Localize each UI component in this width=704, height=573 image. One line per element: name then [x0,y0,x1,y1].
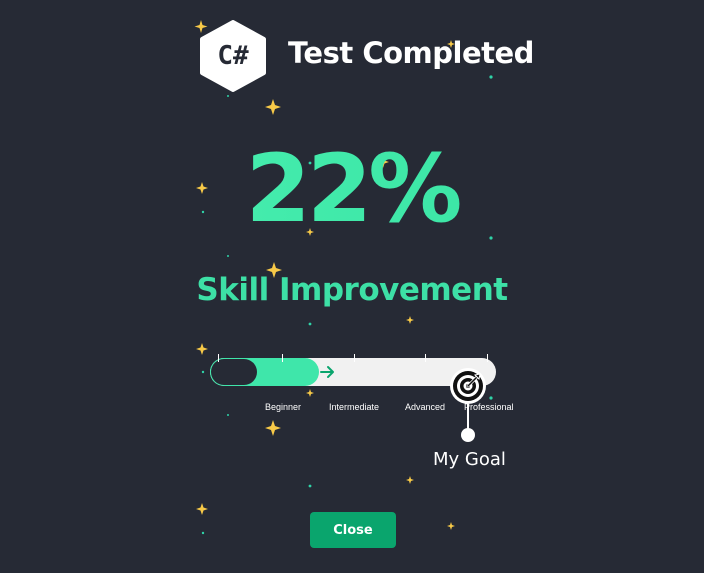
dot-icon [201,531,205,535]
arrow-right-icon [320,366,334,378]
target-icon [450,368,486,404]
level-label-intermediate: Intermediate [329,402,380,412]
sparkle-icon [265,99,281,115]
result-percent: 22% [0,140,704,240]
sparkle-icon [196,343,208,355]
sparkle-icon [447,522,455,530]
level-tick [282,354,283,362]
sparkle-icon [306,389,314,397]
level-tick [218,354,219,362]
logo-text: C# [217,41,249,71]
dot-icon [227,414,229,416]
sparkle-icon [406,316,414,324]
level-label-beginner: Beginner [265,402,302,412]
dot-icon [227,95,229,97]
level-tick [354,354,355,362]
goal-pin-dot [461,428,475,442]
result-label: Skill Improvement [196,272,508,308]
sparkle-icon [265,420,281,436]
level-label-advanced: Advanced [405,402,446,412]
progress-start-marker [211,359,257,385]
level-tick [487,354,488,362]
dot-icon [489,396,493,400]
close-button[interactable]: Close [310,512,396,548]
goal-label: My Goal [433,449,506,470]
level-tick [425,354,426,362]
dot-icon [489,75,493,79]
sparkle-icon [196,503,208,515]
dot-icon [201,370,205,374]
dot-icon [227,255,229,257]
dot-icon [308,484,312,488]
sparkle-icon [406,476,414,484]
dot-icon [308,322,312,326]
test-result-screen: C# Test Completed 22% Skill Improvement … [0,0,704,573]
page-title: Test Completed [288,36,534,70]
